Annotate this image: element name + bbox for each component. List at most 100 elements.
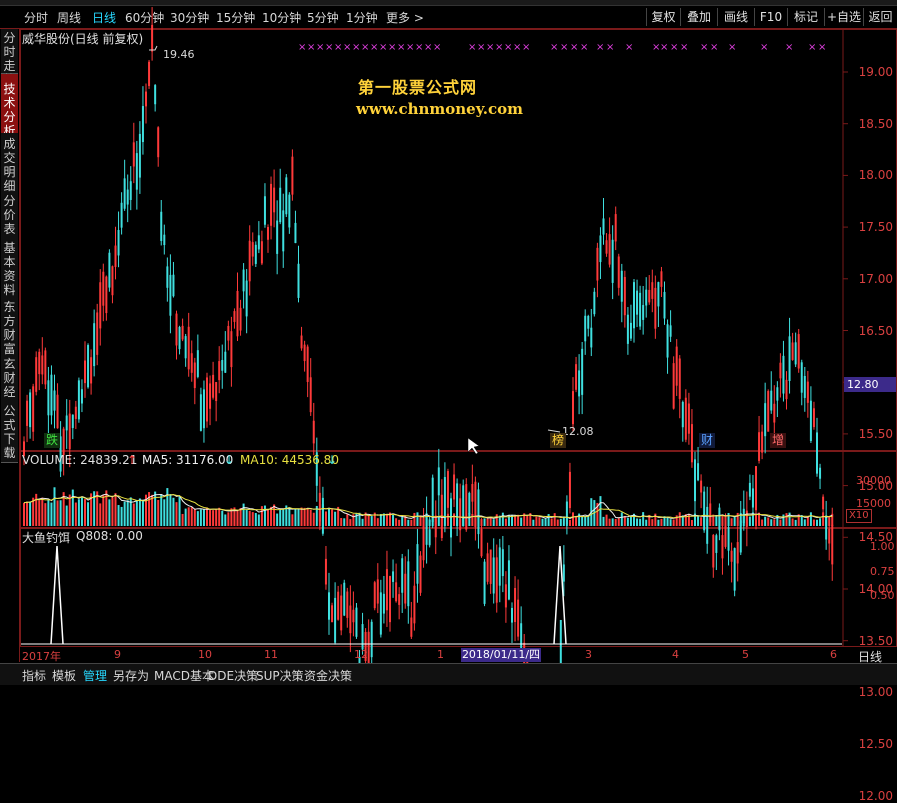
candle-body — [340, 595, 343, 631]
candle-body — [309, 377, 312, 413]
candle-body — [819, 467, 822, 479]
candle-body — [93, 323, 96, 367]
candle-body — [117, 230, 120, 256]
candle-body — [26, 400, 29, 426]
candle-body — [306, 346, 309, 382]
volume-bar — [575, 516, 578, 526]
candle-body — [797, 334, 800, 369]
bottom-tab-manage[interactable]: 管理 — [83, 667, 107, 684]
volume-bar — [74, 502, 77, 526]
volume-bar — [84, 499, 86, 526]
candle-body — [138, 133, 141, 178]
indicator-tick-1: 1.00 — [870, 540, 895, 553]
candle-body — [620, 270, 623, 302]
volume-bar — [742, 514, 745, 526]
candle-body — [800, 362, 803, 393]
candle-body — [285, 177, 288, 215]
event-marker-list[interactable]: 榜 — [550, 433, 567, 448]
candle-body — [382, 593, 385, 614]
bottom-tab-template[interactable]: 模板 — [52, 667, 76, 684]
volume-bar — [370, 516, 373, 526]
volume-bar — [401, 517, 404, 526]
candle-body — [407, 561, 410, 607]
candle-body — [681, 401, 684, 428]
signal-star-marker: × — [495, 42, 503, 53]
candle-body — [611, 239, 614, 283]
volume-bar — [199, 509, 202, 526]
candle-body — [288, 194, 291, 228]
volume-bar — [773, 519, 776, 526]
volume-bar — [450, 518, 452, 526]
volume-value: VOLUME: 24839.21 — [22, 453, 138, 467]
bottom-tab-dde[interactable]: DDE决策 — [208, 667, 258, 684]
volume-bar — [803, 519, 806, 526]
volume-bar — [288, 507, 291, 526]
bottom-tab-indicator[interactable]: 指标 — [22, 667, 46, 684]
volume-bar — [517, 514, 520, 526]
volume-bar — [154, 491, 157, 526]
candle-body — [416, 544, 419, 584]
volume-bar — [748, 516, 751, 526]
candle-body — [263, 196, 266, 225]
volume-bar — [68, 494, 71, 526]
x-label-jun: 6 — [830, 648, 837, 661]
x-label-apr: 4 — [672, 648, 679, 661]
volume-bar — [172, 497, 175, 526]
candle-body — [328, 592, 330, 620]
volume-bar — [657, 519, 660, 526]
candle-body — [242, 269, 245, 292]
volume-bar — [535, 516, 538, 526]
bottom-tab-sup[interactable]: SUP决策 — [256, 667, 304, 684]
candle-body — [300, 335, 303, 349]
signal-star-marker: × — [550, 42, 558, 53]
event-marker-fall[interactable]: 跌 — [44, 433, 61, 448]
volume-bar — [565, 517, 568, 526]
volume-bar — [71, 489, 74, 526]
candle-body — [791, 342, 794, 360]
volume-bar — [690, 519, 693, 526]
volume-bar — [324, 511, 327, 526]
event-marker-finance[interactable]: 财 — [699, 433, 716, 448]
candle-body — [794, 342, 797, 365]
signal-star-marker: × — [433, 42, 441, 53]
candle-body — [233, 311, 236, 322]
candle-body — [608, 234, 611, 265]
volume-bar — [35, 493, 38, 526]
volume-bar — [187, 507, 190, 526]
x-label-dec: 12 — [354, 648, 368, 661]
volume-bar — [151, 494, 154, 526]
bottom-tab-funds[interactable]: 资金决策 — [304, 667, 352, 684]
bottom-tab-bar: 指标 模板 管理 另存为 MACD基本 DDE决策 SUP决策 资金决策 — [0, 663, 897, 685]
candle-body — [141, 106, 144, 143]
candle-body — [483, 561, 486, 604]
candle-body — [398, 594, 401, 605]
event-marker-increase[interactable]: 增 — [770, 433, 787, 448]
volume-bar — [169, 494, 172, 526]
candle-body — [389, 576, 391, 623]
candle-body — [190, 353, 193, 373]
volume-bar — [38, 500, 41, 526]
x-label-nov: 11 — [264, 648, 278, 661]
candle-body — [352, 609, 355, 623]
candle-body — [730, 550, 733, 562]
volume-bar — [459, 519, 462, 526]
indicator-name[interactable]: 大鱼钓饵 — [22, 529, 70, 546]
signal-star-marker: × — [370, 42, 378, 53]
candle-body — [776, 387, 779, 401]
volume-bar — [462, 517, 465, 526]
volume-bar — [828, 516, 831, 526]
candle-body — [593, 291, 596, 315]
volume-bar — [437, 516, 440, 526]
candle-body — [581, 348, 584, 395]
price-tick-label: 16.50 — [858, 323, 893, 338]
bottom-tab-save-as[interactable]: 另存为 — [113, 667, 149, 684]
volume-bar — [209, 509, 212, 526]
volume-bar — [273, 504, 276, 526]
volume-bar — [303, 507, 306, 526]
candle-body — [657, 282, 660, 307]
candle-body — [584, 315, 587, 342]
candle-body — [678, 358, 681, 399]
volume-bar — [132, 503, 135, 526]
bottom-tab-macd[interactable]: MACD基本 — [154, 667, 214, 684]
volume-bar — [343, 518, 346, 526]
